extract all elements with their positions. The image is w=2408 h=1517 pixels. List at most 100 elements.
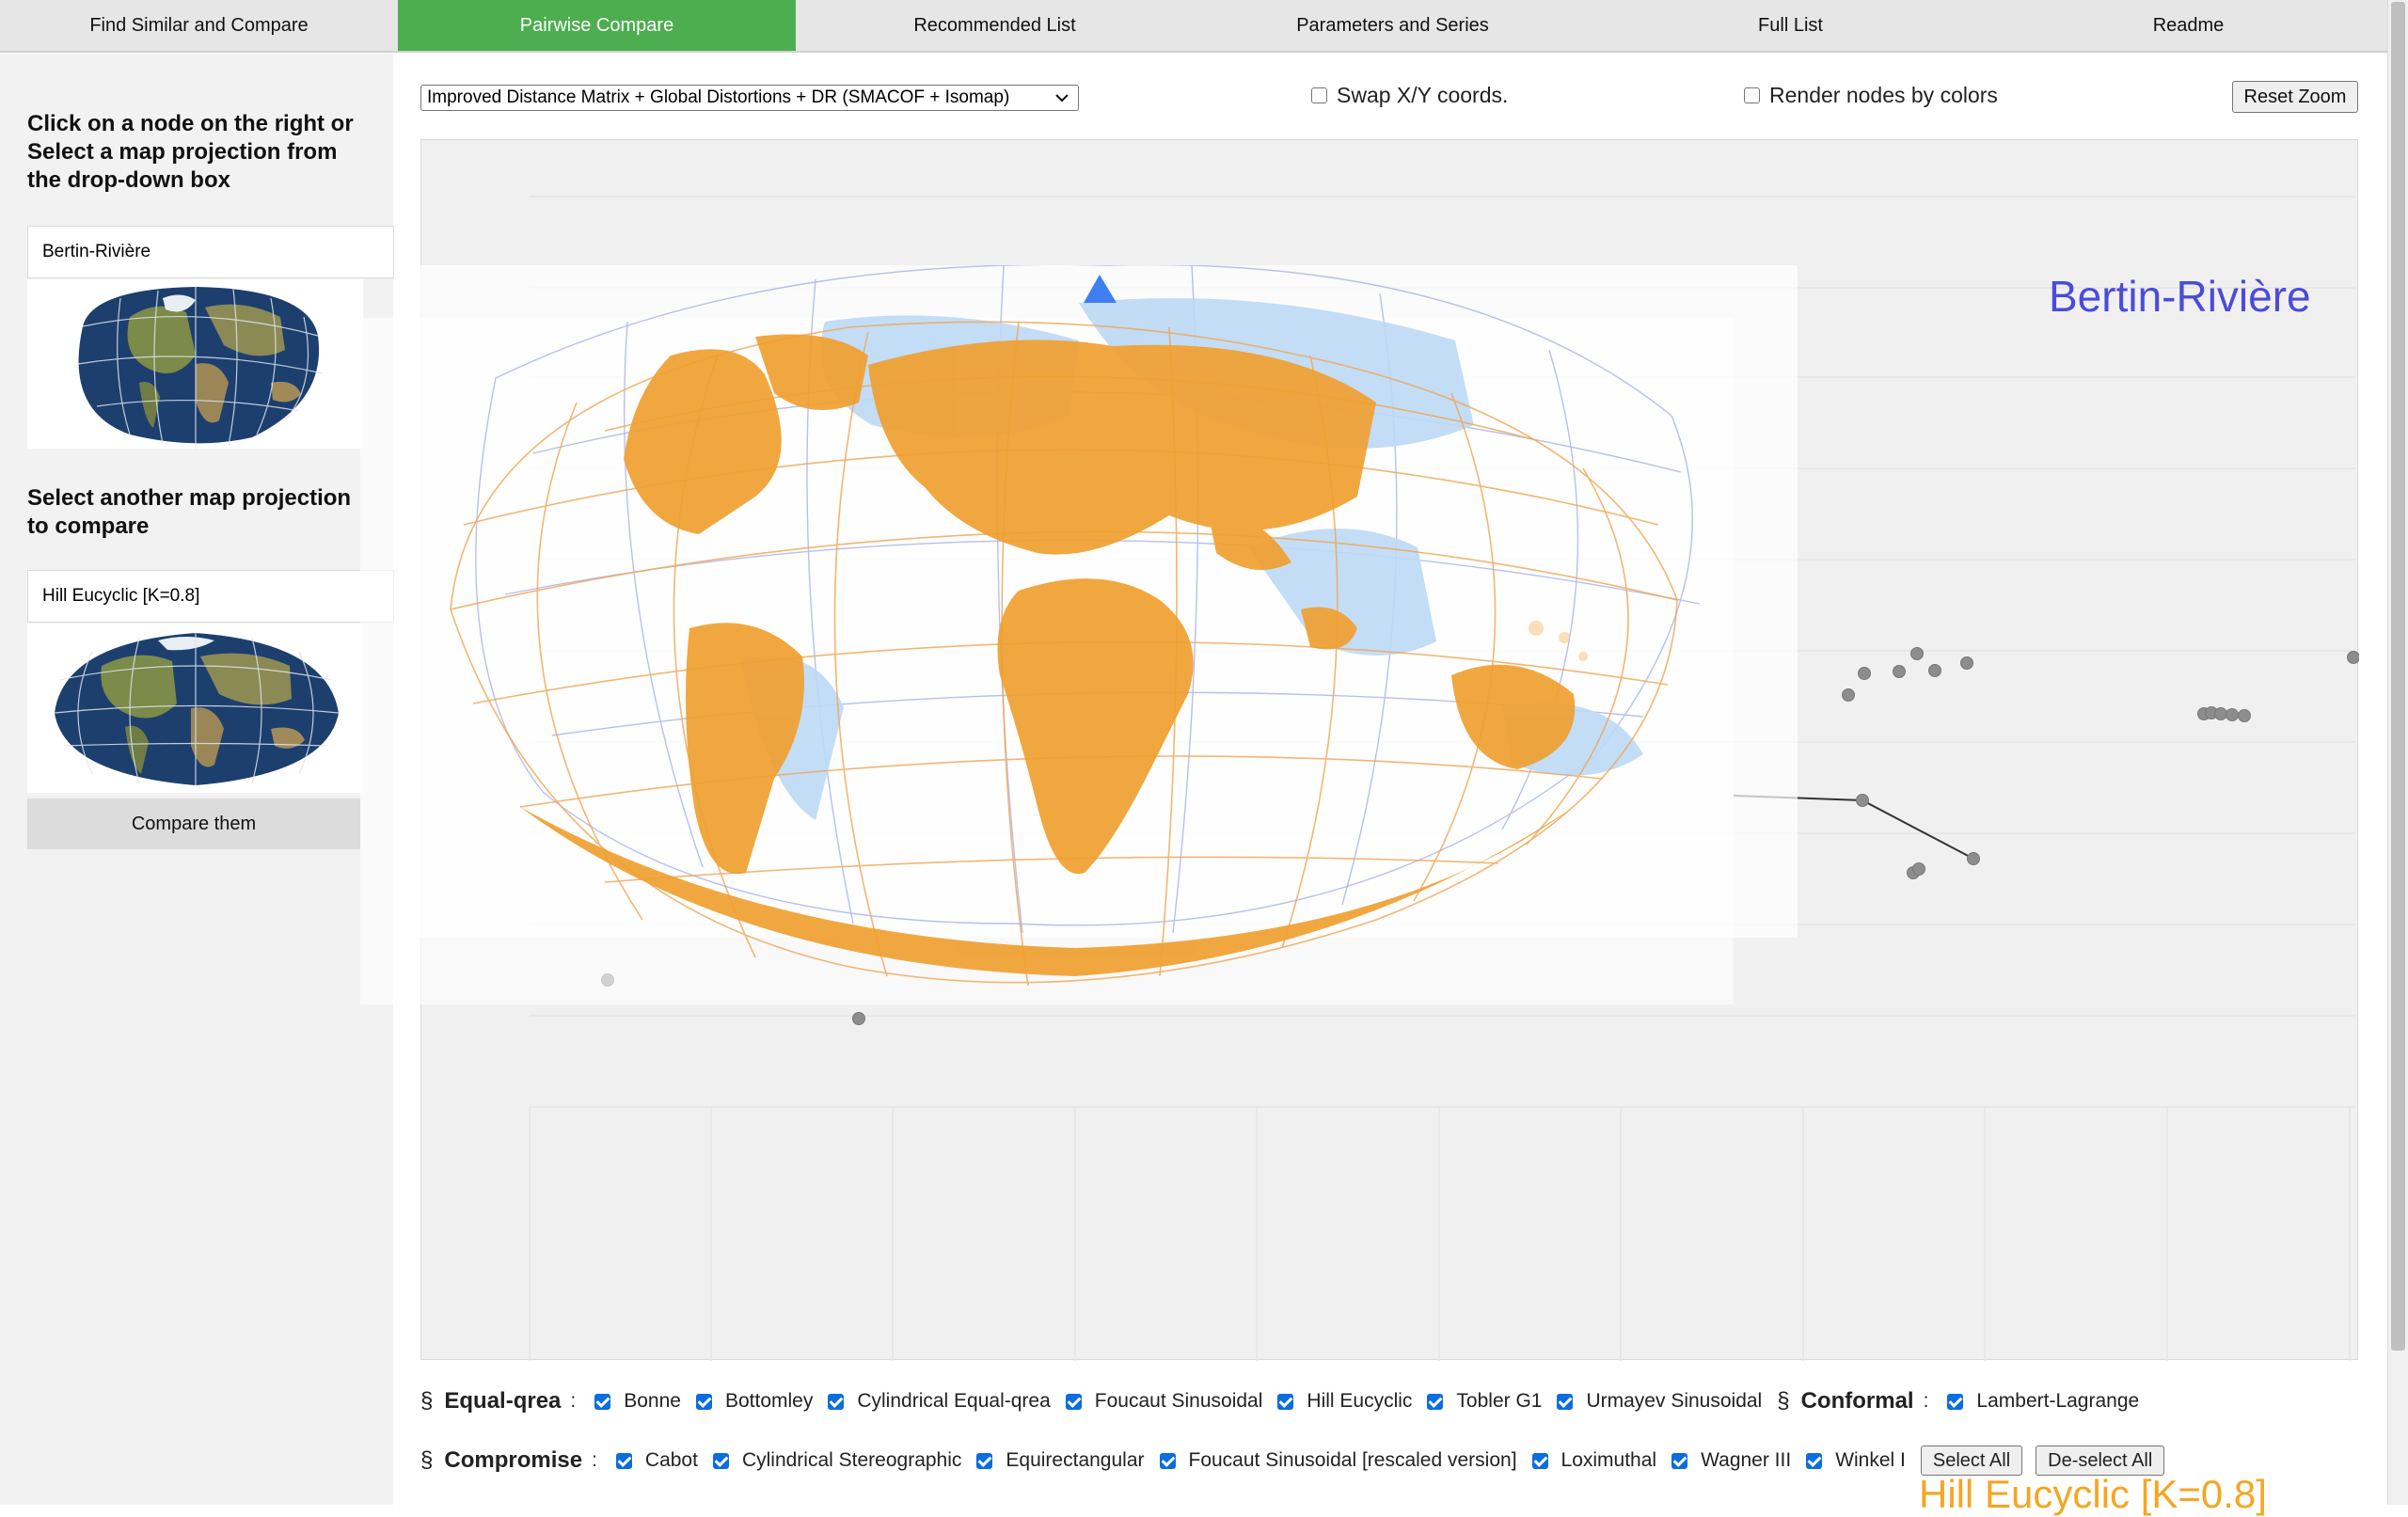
node[interactable] [1967, 852, 1980, 865]
projection-a-label: Bertin-Rivière [2049, 272, 2311, 321]
node[interactable] [1960, 656, 1973, 670]
swap-xy-label: Swap X/Y coords. [1337, 83, 1509, 107]
legend-label: Wagner III [1701, 1449, 1792, 1471]
legend-label: Winkel I [1835, 1449, 1906, 1471]
second-projection-field[interactable]: Hill Eucyclic [K=0.8] [27, 570, 394, 623]
swap-xy-checkbox[interactable] [1311, 87, 1327, 103]
legend-item-bottomley[interactable]: Bottomley [695, 1390, 814, 1413]
node[interactable] [2238, 709, 2251, 722]
render-colors-checkbox[interactable] [1744, 87, 1760, 103]
node[interactable] [2226, 708, 2239, 721]
legend-label: Foucaut Sinusoidal [1094, 1390, 1263, 1412]
deselect-all-button[interactable]: De-select All [2036, 1446, 2165, 1476]
group-title-equal-area: Equal-qrea [444, 1388, 562, 1414]
legend-label: Cylindrical Equal-qrea [857, 1390, 1051, 1412]
method-select-value: Improved Distance Matrix + Global Distor… [427, 87, 1010, 107]
node[interactable] [1856, 794, 1869, 807]
legend-label: Hill Eucyclic [1307, 1390, 1413, 1412]
legend-label: Bonne [624, 1390, 681, 1412]
hill-eucyclic-map-overlay [450, 321, 1678, 987]
node[interactable] [2347, 651, 2360, 664]
scrollbar-thumb[interactable] [2391, 2, 2405, 1351]
legend-item-lambert-lagrange[interactable]: Lambert-Lagrange [1947, 1390, 2139, 1413]
sidebar-heading-select-second: Select another map projection to compare [27, 485, 352, 539]
urmayev-sinusoidal-checkbox[interactable] [1557, 1393, 1574, 1410]
select-all-button[interactable]: Select All [1920, 1446, 2023, 1476]
tab-pairwise-compare[interactable]: Pairwise Compare [398, 0, 796, 51]
lambert-lagrange-checkbox[interactable] [1947, 1393, 1964, 1410]
legend-label: Cylindrical Stereographic [741, 1449, 962, 1471]
node[interactable] [1858, 667, 1871, 680]
legend-label: Bottomley [724, 1390, 814, 1412]
node[interactable] [1912, 862, 1925, 876]
legend-item-loximuthal[interactable]: Loximuthal [1531, 1449, 1656, 1472]
swap-xy-toggle[interactable]: Swap X/Y coords. [1311, 83, 1508, 108]
legend-item-cylindrical-stereographic[interactable]: Cylindrical Stereographic [712, 1449, 962, 1472]
section-mark: § [1777, 1388, 1790, 1414]
legend-label: Lambert-Lagrange [1976, 1390, 2140, 1412]
chevron-down-icon [1055, 94, 1069, 103]
hill-eucyclic-checkbox[interactable] [1277, 1393, 1294, 1410]
legend-item-urmayev-sinusoidal[interactable]: Urmayev Sinusoidal [1557, 1390, 1762, 1413]
legend-item-foucaut-sinusoidal[interactable]: Foucaut Sinusoidal [1065, 1390, 1263, 1413]
bertin-riviere-map-image [77, 286, 323, 449]
legend-row-compromise: § Compromise : Cabot Cylindrical Stereog… [420, 1446, 2178, 1476]
node[interactable] [1910, 647, 1924, 660]
equirectangular-checkbox[interactable] [976, 1452, 993, 1469]
legend-label: Equirectangular [1006, 1449, 1145, 1471]
projection-b-label: Hill Eucyclic [K=0.8] [1919, 1472, 2267, 1516]
node[interactable] [1893, 665, 1906, 678]
section-mark: § [420, 1447, 434, 1473]
group-title-compromise: Compromise [444, 1447, 583, 1473]
winkel-i-checkbox[interactable] [1806, 1452, 1823, 1469]
hill-eucyclic-map-image [54, 633, 339, 785]
loximuthal-checkbox[interactable] [1531, 1452, 1548, 1469]
legend-row-equal-area-conformal: § Equal-qrea : Bonne Bottomley Cylindric… [420, 1388, 2154, 1414]
legend-item-tobler-g1[interactable]: Tobler G1 [1427, 1390, 1542, 1413]
legend-item-hill-eucyclic[interactable]: Hill Eucyclic [1277, 1390, 1412, 1413]
legend-label: Urmayev Sinusoidal [1586, 1390, 1763, 1412]
tab-full-list[interactable]: Full List [1592, 0, 1989, 51]
foucaut-sinusoidal-checkbox[interactable] [1065, 1393, 1082, 1410]
section-mark: § [420, 1388, 434, 1414]
foucaut-sinusoidal-rescaled-checkbox[interactable] [1159, 1452, 1176, 1469]
tab-recommended-list[interactable]: Recommended List [796, 0, 1194, 51]
page-scrollbar[interactable] [2387, 0, 2408, 1505]
compare-them-button[interactable]: Compare them [27, 798, 360, 849]
reset-zoom-button[interactable]: Reset Zoom [2232, 81, 2358, 113]
node[interactable] [1842, 688, 1855, 702]
tobler-g1-checkbox[interactable] [1427, 1393, 1444, 1410]
tab-parameters-series[interactable]: Parameters and Series [1194, 0, 1592, 51]
tab-find-similar[interactable]: Find Similar and Compare [0, 0, 398, 51]
legend-item-bonne[interactable]: Bonne [594, 1390, 681, 1413]
cabot-checkbox[interactable] [615, 1452, 632, 1469]
bonne-checkbox[interactable] [594, 1393, 611, 1410]
tab-readme[interactable]: Readme [1989, 0, 2387, 51]
legend-label: Foucaut Sinusoidal [rescaled version] [1188, 1449, 1517, 1471]
legend-label: Cabot [644, 1449, 698, 1471]
group-colon: : [570, 1390, 577, 1412]
tab-bar: Find Similar and Compare Pairwise Compar… [0, 0, 2387, 53]
cylindrical-equal-area-checkbox[interactable] [828, 1393, 845, 1410]
node[interactable] [2214, 707, 2227, 720]
node[interactable] [852, 1012, 865, 1025]
legend-item-cabot[interactable]: Cabot [615, 1449, 698, 1472]
group-colon: : [1923, 1390, 1929, 1412]
render-colors-toggle[interactable]: Render nodes by colors [1744, 83, 1998, 108]
legend-item-equirectangular[interactable]: Equirectangular [976, 1449, 1145, 1472]
group-colon: : [592, 1449, 597, 1471]
bottomley-checkbox[interactable] [695, 1393, 712, 1410]
group-title-conformal: Conformal [1800, 1388, 1914, 1414]
wagner-iii-checkbox[interactable] [1671, 1452, 1688, 1469]
legend-item-cylindrical-equal-area[interactable]: Cylindrical Equal-qrea [828, 1390, 1051, 1413]
legend-item-winkel-i[interactable]: Winkel I [1806, 1449, 1906, 1472]
first-projection-field[interactable]: Bertin-Rivière [27, 226, 394, 278]
node[interactable] [1928, 664, 1941, 677]
cylindrical-stereographic-checkbox[interactable] [712, 1452, 729, 1469]
legend-label: Tobler G1 [1456, 1390, 1543, 1412]
first-projection-thumbnail [27, 279, 363, 449]
legend-item-foucaut-sinusoidal-rescaled[interactable]: Foucaut Sinusoidal [rescaled version] [1159, 1449, 1517, 1472]
method-select[interactable]: Improved Distance Matrix + Global Distor… [420, 85, 1079, 111]
sidebar-heading-select-first: Click on a node on the right or Select a… [27, 111, 354, 193]
legend-item-wagner-iii[interactable]: Wagner III [1671, 1449, 1791, 1472]
